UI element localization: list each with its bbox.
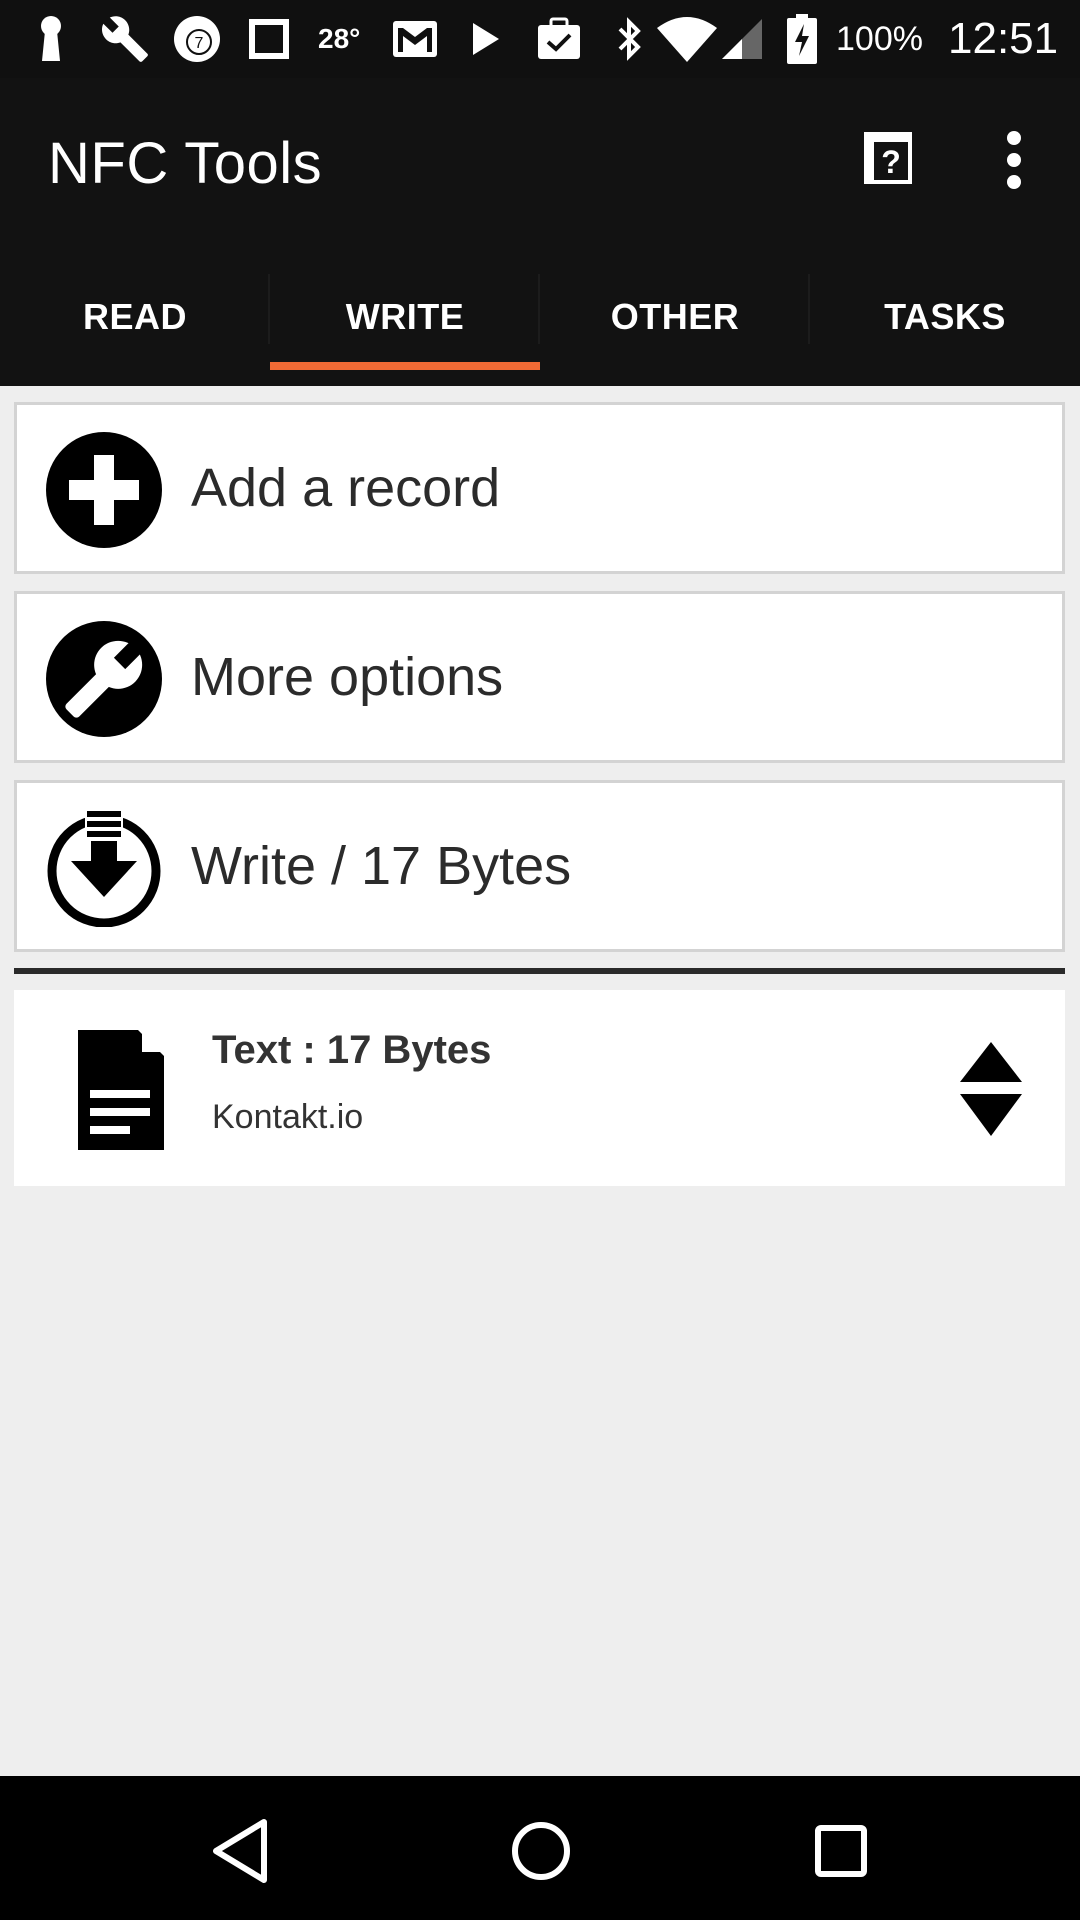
battery-percent: 100% <box>836 19 923 58</box>
more-vert-icon[interactable] <box>990 128 1038 192</box>
clipboard-check-icon <box>536 14 582 64</box>
help-book-icon[interactable]: ? <box>856 126 920 190</box>
tab-write[interactable]: WRITE <box>270 238 540 386</box>
navigation-bar <box>0 1776 1080 1920</box>
reorder-icon[interactable] <box>956 1040 1026 1140</box>
gmail-icon <box>392 14 438 64</box>
svg-text:7: 7 <box>195 35 204 52</box>
list-item[interactable]: Text : 17 Bytes Kontakt.io <box>14 990 1065 1186</box>
add-record-button[interactable]: Add a record <box>14 402 1065 574</box>
wifi-icon <box>656 14 718 64</box>
more-options-label: More options <box>191 647 504 707</box>
write-button[interactable]: Write / 17 Bytes <box>14 780 1065 952</box>
battery-charging-icon <box>786 14 818 64</box>
write-label: Write / 17 Bytes <box>191 836 572 896</box>
tab-other[interactable]: OTHER <box>540 238 810 386</box>
play-store-icon <box>470 14 502 64</box>
recents-icon[interactable] <box>806 1816 876 1886</box>
record-value: Kontakt.io <box>212 1098 364 1136</box>
status-bar: 7 28° 100% 12:51 <box>0 0 1080 78</box>
active-tab-indicator <box>270 362 540 370</box>
clock: 12:51 <box>948 14 1059 63</box>
tab-tasks-label: TASKS <box>884 296 1006 337</box>
tab-other-label: OTHER <box>610 296 740 337</box>
cellular-signal-icon <box>720 14 764 64</box>
tab-read[interactable]: READ <box>0 238 270 386</box>
home-icon[interactable] <box>506 1816 576 1886</box>
tab-tasks[interactable]: TASKS <box>810 238 1080 386</box>
temperature-text: 28° <box>318 23 361 54</box>
add-circle-icon <box>45 431 163 549</box>
more-options-button[interactable]: More options <box>14 591 1065 763</box>
tab-write-label: WRITE <box>345 296 465 337</box>
add-record-label: Add a record <box>191 458 501 518</box>
keyhole-icon <box>36 14 66 64</box>
square-icon <box>248 14 290 64</box>
download-circle-icon <box>45 809 163 928</box>
badge-7-icon: 7 <box>172 14 222 64</box>
svg-text:?: ? <box>881 144 901 180</box>
document-icon <box>64 1028 178 1152</box>
app-bar: NFC Tools ? <box>0 78 1080 238</box>
section-divider <box>14 968 1065 974</box>
tab-bar: READ WRITE OTHER TASKS <box>0 238 1080 386</box>
bluetooth-icon <box>614 14 644 64</box>
wrench-circle-icon <box>45 620 163 738</box>
back-icon[interactable] <box>206 1816 276 1886</box>
tab-read-label: READ <box>82 296 187 337</box>
app-title: NFC Tools <box>48 131 323 196</box>
wrench-icon <box>100 14 150 64</box>
record-title: Text : 17 Bytes <box>212 1028 492 1072</box>
